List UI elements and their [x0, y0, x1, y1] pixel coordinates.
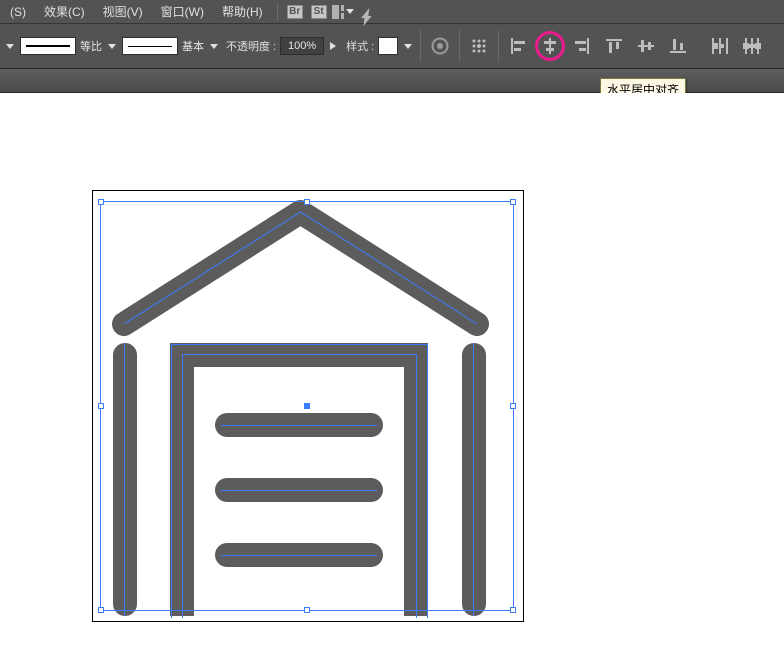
chevron-down-icon — [404, 44, 412, 49]
menu-effect[interactable]: 效果(C) — [36, 1, 93, 22]
align-left-icon — [509, 38, 527, 54]
horizontal-align-left-button[interactable] — [505, 35, 531, 57]
transform-panel-button[interactable] — [466, 35, 492, 57]
chevron-down-icon — [346, 9, 354, 14]
selection-handle-ml[interactable] — [98, 403, 104, 409]
selection-handle-tc[interactable] — [304, 199, 310, 205]
distribute-hcenter-icon — [743, 38, 761, 54]
graphic-style-label: 样式 : — [346, 38, 374, 54]
menu-separator — [277, 3, 278, 21]
color-wheel-icon — [431, 37, 449, 55]
align-vcenter-icon — [638, 37, 654, 55]
stroke-profile-swatch — [20, 37, 76, 55]
brush-label: 基本 — [182, 38, 204, 54]
distribute-hleft-icon — [711, 38, 729, 54]
canvas[interactable] — [0, 93, 784, 659]
menu-s[interactable]: (S) — [2, 3, 34, 21]
selection-handle-bc[interactable] — [304, 607, 310, 613]
align-right-icon — [573, 38, 591, 54]
opacity-label: 不透明度 : — [226, 38, 276, 54]
recolor-artwork-button[interactable] — [427, 35, 453, 57]
align-bottom-icon — [670, 37, 686, 55]
opacity-flyout-icon[interactable] — [330, 42, 336, 50]
graphic-style-swatch — [378, 37, 398, 55]
selection-handle-tr[interactable] — [510, 199, 516, 205]
menubar: (S) 效果(C) 视图(V) 窗口(W) 帮助(H) Br St — [0, 0, 784, 24]
options-bar: 等比 基本 不透明度 : 100% 样式 : — [0, 24, 784, 69]
bridge-button[interactable]: Br — [284, 3, 306, 21]
menu-help[interactable]: 帮助(H) — [214, 1, 271, 22]
arrange-documents-icon — [332, 5, 344, 19]
menu-view[interactable]: 视图(V) — [95, 1, 151, 22]
align-top-icon — [606, 37, 622, 55]
graphic-style-control[interactable]: 样式 : — [344, 37, 414, 55]
selection-center-point[interactable] — [304, 403, 310, 409]
vertical-align-center-button[interactable] — [633, 35, 659, 57]
vertical-align-bottom-button[interactable] — [665, 35, 691, 57]
stroke-width-profile-dropdown[interactable]: 等比 — [20, 37, 116, 55]
lightning-icon — [361, 8, 371, 18]
horizontal-align-right-button[interactable] — [569, 35, 595, 57]
options-separator — [459, 30, 460, 62]
horizontal-distribute-left-button[interactable] — [707, 35, 733, 57]
options-separator — [420, 30, 421, 62]
chevron-down-icon — [210, 44, 218, 49]
stroke-profile-label: 等比 — [80, 38, 102, 54]
gpu-preview-button[interactable] — [356, 3, 378, 21]
brush-definition-dropdown[interactable]: 基本 — [122, 37, 218, 55]
horizontal-distribute-center-button[interactable] — [739, 35, 765, 57]
opacity-input[interactable]: 100% — [280, 37, 324, 55]
brush-swatch — [122, 37, 178, 55]
align-hcenter-icon — [541, 38, 559, 54]
selection-handle-br[interactable] — [510, 607, 516, 613]
bridge-icon: Br — [287, 5, 303, 19]
menu-window[interactable]: 窗口(W) — [153, 1, 212, 22]
opacity-control[interactable]: 不透明度 : 100% — [224, 37, 338, 55]
selection-bounding-box[interactable] — [100, 201, 514, 611]
selection-handle-tl[interactable] — [98, 199, 104, 205]
stock-button[interactable]: St — [308, 3, 330, 21]
selection-handle-bl[interactable] — [98, 607, 104, 613]
options-separator — [498, 30, 499, 62]
transform-icon — [470, 37, 488, 55]
horizontal-align-center-button[interactable] — [537, 35, 563, 57]
chevron-down-icon — [108, 44, 116, 49]
arrange-documents-button[interactable] — [332, 3, 354, 21]
stock-icon: St — [311, 5, 327, 19]
selection-handle-mr[interactable] — [510, 403, 516, 409]
vertical-align-top-button[interactable] — [601, 35, 627, 57]
chevron-down-icon[interactable] — [6, 44, 14, 49]
